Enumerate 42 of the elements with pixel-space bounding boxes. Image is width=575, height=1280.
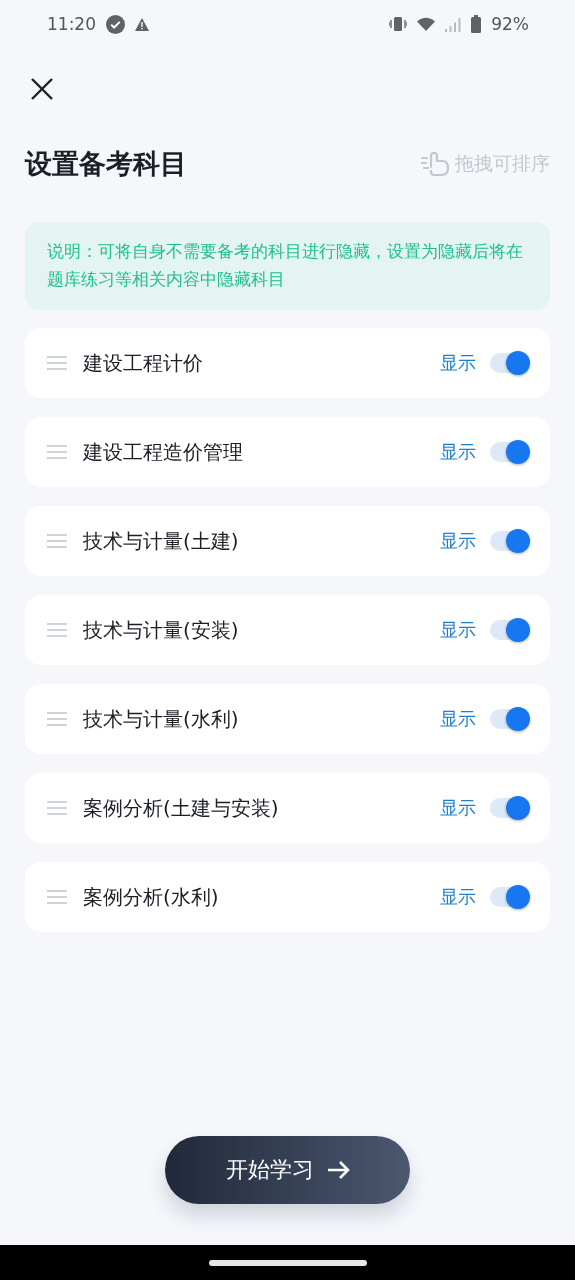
- visibility-label: 显示: [440, 885, 476, 909]
- visibility-label: 显示: [440, 351, 476, 375]
- subject-name: 技术与计量(土建): [83, 527, 240, 555]
- start-button[interactable]: 开始学习: [165, 1136, 410, 1204]
- drag-handle-icon[interactable]: [47, 712, 67, 726]
- subject-name: 案例分析(土建与安装): [83, 794, 280, 822]
- drag-handle-icon[interactable]: [47, 534, 67, 548]
- visibility-label: 显示: [440, 529, 476, 553]
- visibility-toggle[interactable]: [490, 442, 528, 462]
- arrow-right-icon: [327, 1161, 350, 1179]
- subject-name: 技术与计量(安装): [83, 616, 240, 644]
- page-title: 设置备考科目: [25, 147, 187, 181]
- subject-name: 建设工程计价: [83, 349, 204, 377]
- wifi-icon: [417, 17, 436, 31]
- drag-handle-icon[interactable]: [47, 890, 67, 904]
- visibility-toggle[interactable]: [490, 531, 528, 551]
- subject-name: 案例分析(水利): [83, 883, 220, 911]
- visibility-toggle[interactable]: [490, 620, 528, 640]
- home-indicator[interactable]: [208, 1259, 367, 1266]
- drag-hand-icon: [421, 152, 451, 176]
- check-circle-icon: [106, 14, 125, 34]
- visibility-toggle[interactable]: [490, 709, 528, 729]
- visibility-label: 显示: [440, 440, 476, 464]
- vibrate-icon: [389, 17, 408, 31]
- drag-handle-icon[interactable]: [47, 445, 67, 459]
- visibility-label: 显示: [440, 707, 476, 731]
- visibility-label: 显示: [440, 796, 476, 820]
- subject-name: 建设工程造价管理: [83, 438, 244, 466]
- signal-icon: [445, 16, 462, 32]
- status-time: 11:20: [47, 14, 96, 34]
- drag-handle-icon[interactable]: [47, 801, 67, 815]
- visibility-label: 显示: [440, 618, 476, 642]
- drag-handle-icon[interactable]: [47, 623, 67, 637]
- visibility-toggle[interactable]: [490, 353, 528, 373]
- subject-name: 技术与计量(水利): [83, 705, 240, 733]
- warning-icon: [135, 17, 149, 31]
- visibility-toggle[interactable]: [490, 798, 528, 818]
- notice-text: 说明：可将自身不需要备考的科目进行隐藏，设置为隐藏后将在题库练习等相关内容中隐藏科目: [25, 222, 550, 310]
- drag-handle-icon[interactable]: [47, 356, 67, 370]
- battery-percent: 92%: [491, 14, 529, 34]
- battery-icon: [471, 15, 482, 33]
- visibility-toggle[interactable]: [490, 887, 528, 907]
